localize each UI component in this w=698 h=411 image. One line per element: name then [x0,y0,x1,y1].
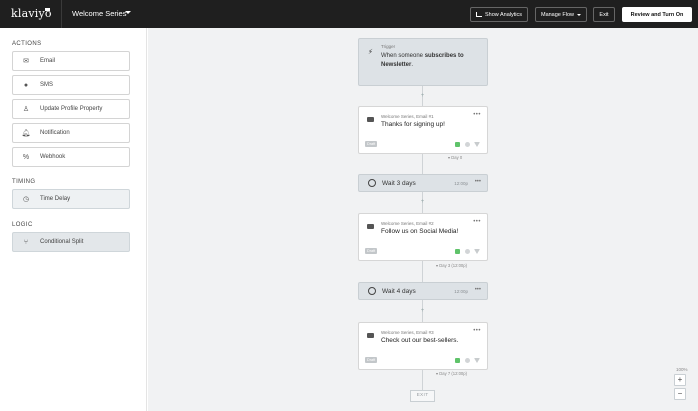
sidebar-item-webhook[interactable]: % Webhook [12,147,130,167]
add-step-icon[interactable]: + [420,308,425,314]
bell-icon: 🔔︎ [21,130,31,137]
logic-heading: LOGIC [12,222,33,228]
sidebar-item-update-profile-property[interactable]: ♙ Update Profile Property [12,99,130,119]
connector [422,154,423,174]
more-icon[interactable]: ••• [475,287,481,293]
delay-time: 12:00p [454,181,468,186]
sidebar-item-label: Update Profile Property [40,106,103,112]
envelope-icon: ✉ [23,58,29,65]
envelope-icon [367,224,374,229]
preview-icon[interactable] [455,142,460,147]
trigger-label: Trigger [381,44,396,49]
timing-heading: TIMING [12,179,36,185]
top-bar: klaviyo Welcome Series Show Analytics Ma… [0,0,698,28]
sidebar: ACTIONS ✉ Email ● SMS ♙ Update Profile P… [0,28,147,411]
show-analytics-button[interactable]: Show Analytics [470,7,528,22]
chart-icon [476,12,482,17]
manage-flow-button[interactable]: Manage Flow [535,7,587,22]
webhook-icon: % [22,153,30,161]
settings-icon[interactable] [465,358,470,363]
zoom-out-button[interactable]: − [674,388,686,400]
add-step-icon[interactable]: + [420,199,425,205]
more-icon[interactable]: ••• [473,112,481,118]
zoom-level: 100% [676,367,688,372]
exit-button[interactable]: Exit [593,7,615,22]
sidebar-item-time-delay[interactable]: ◷ Time Delay [12,189,130,209]
filter-icon[interactable] [474,358,480,363]
delay-text: Wait 4 days [382,288,416,295]
actions-heading: ACTIONS [12,41,42,47]
sidebar-item-label: Conditional Split [40,239,84,245]
show-analytics-label: Show Analytics [485,11,522,18]
logo-flag-icon [45,8,50,11]
more-icon[interactable]: ••• [473,219,481,225]
sidebar-item-notification[interactable]: 🔔︎ Notification [12,123,130,143]
email-node[interactable]: Welcome Series, Email #1 Thanks for sign… [358,106,488,154]
person-icon: ♙ [22,106,30,113]
email-subject: Follow us on Social Media! [381,228,459,235]
status-badge[interactable]: Draft [365,141,378,147]
chevron-down-icon [577,13,582,16]
status-badge[interactable]: Draft [365,357,378,363]
status-badge[interactable]: Draft [365,248,378,254]
review-label: Review and Turn On [630,11,684,18]
chevron-down-icon[interactable] [125,11,131,14]
envelope-icon [367,117,374,122]
filter-icon[interactable] [474,142,480,147]
review-and-turn-on-button[interactable]: Review and Turn On [622,7,692,22]
sidebar-item-label: Notification [40,130,70,136]
sidebar-item-conditional-split[interactable]: ⑂ Conditional Split [12,232,130,252]
add-step-icon[interactable]: + [420,93,425,99]
time-delay-node[interactable]: Wait 4 days 12:00p ••• [358,282,488,300]
exit-label: Exit [599,11,609,18]
chat-bubble-icon: ● [23,81,29,89]
preview-icon[interactable] [455,358,460,363]
divider [61,0,62,28]
clock-icon: ◷ [22,196,30,203]
flow-name[interactable]: Welcome Series [72,9,126,18]
clock-icon [368,179,376,187]
exit-node: EXIT [410,390,435,402]
time-delay-node[interactable]: Wait 3 days 12:00p ••• [358,174,488,192]
filter-icon[interactable] [474,249,480,254]
connector [422,370,423,390]
trigger-description: When someone subscribes to Newsletter. [381,53,464,68]
day-marker: ▾ Day 7 (12:00p) [436,371,467,376]
day-marker: ▾ Day 3 (12:00p) [436,263,467,268]
preview-icon[interactable] [455,249,460,254]
email-node[interactable]: Welcome Series, Email #3 Check out our b… [358,322,488,370]
email-label: Welcome Series, Email #2 [381,221,434,226]
envelope-icon [367,333,374,338]
sidebar-item-sms[interactable]: ● SMS [12,75,130,95]
more-icon[interactable]: ••• [473,328,481,334]
flow-canvas[interactable]: + + + ⚡︎ Trigger When someone subscribes… [148,28,698,411]
split-icon: ⑂ [23,238,29,246]
email-node[interactable]: Welcome Series, Email #2 Follow us on So… [358,213,488,261]
sidebar-item-email[interactable]: ✉ Email [12,51,130,71]
delay-time: 12:00p [454,289,468,294]
zoom-in-button[interactable]: + [674,374,686,386]
email-label: Welcome Series, Email #1 [381,114,434,119]
email-subject: Check out our best-sellers. [381,337,459,344]
email-subject: Thanks for signing up! [381,121,445,128]
lightning-icon: ⚡︎ [368,49,373,56]
day-marker: ▾ Day 0 [448,155,463,160]
sidebar-item-label: Time Delay [40,196,71,202]
sidebar-item-label: Email [40,58,56,64]
sidebar-item-label: Webhook [40,154,66,160]
connector [422,261,423,282]
settings-icon[interactable] [465,142,470,147]
clock-icon [368,287,376,295]
email-label: Welcome Series, Email #3 [381,330,434,335]
delay-text: Wait 3 days [382,180,416,187]
sidebar-item-label: SMS [40,82,54,88]
manage-flow-label: Manage Flow [540,11,575,18]
trigger-node[interactable]: ⚡︎ Trigger When someone subscribes to Ne… [358,38,488,86]
more-icon[interactable]: ••• [475,179,481,185]
settings-icon[interactable] [465,249,470,254]
